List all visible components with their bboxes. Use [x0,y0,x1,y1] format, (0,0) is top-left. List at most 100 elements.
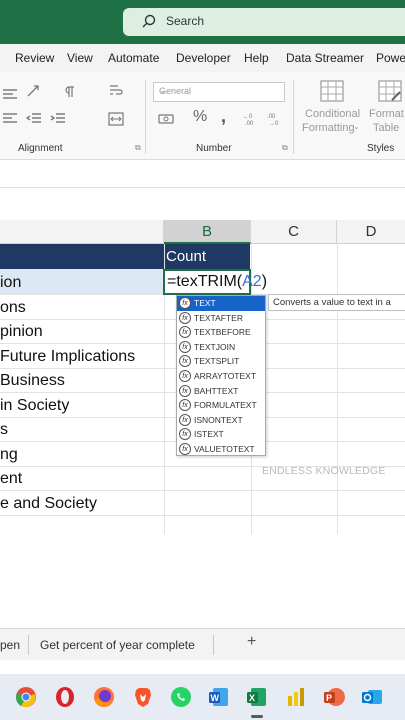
cell-a3[interactable]: ons [0,299,26,317]
align-top-icon[interactable] [2,88,18,102]
merge-center-icon[interactable] [108,112,124,126]
increase-decimal-icon[interactable]: ←0.00 [243,112,261,126]
formula-reference: A2 [242,273,262,290]
svg-text:P: P [326,693,332,703]
tab-separator [213,635,214,655]
sheet-tab-1[interactable]: pen [0,638,20,652]
format-as-table-icon[interactable] [378,80,402,102]
excel-window: Search Review View Automate Developer He… [0,0,405,720]
wrap-text-icon[interactable] [108,84,124,98]
function-icon: fx [179,340,191,353]
formula-suffix: ) [261,273,268,290]
paragraph-icon[interactable] [62,85,78,99]
orientation-icon[interactable] [26,84,42,98]
brave-icon[interactable] [132,686,154,708]
increase-indent-icon[interactable] [50,112,66,126]
dialog-launcher-icon[interactable]: ⧉ [135,143,141,153]
powerpoint-icon[interactable]: P [323,686,345,708]
tab-view[interactable]: View [67,51,93,65]
taskbar: W X P [0,674,405,720]
svg-text:X: X [249,693,255,703]
tab-review[interactable]: Review [15,51,54,65]
cell-a7[interactable]: in Society [0,397,69,415]
conditional-formatting-label-2[interactable]: Formatting [302,122,355,134]
tab-automate[interactable]: Automate [108,51,159,65]
decrease-decimal-icon[interactable]: .00→0 [267,112,285,126]
decrease-indent-icon[interactable] [26,112,42,126]
excel-icon[interactable]: X [246,686,268,708]
autocomplete-label: ARRAYTOTEXT [194,371,257,381]
word-icon[interactable]: W [208,686,230,708]
dialog-launcher-icon[interactable]: ⧉ [282,143,288,153]
chevron-down-icon: ⌄ [353,122,360,131]
add-sheet-button[interactable]: + [247,633,256,651]
search-box[interactable]: Search [123,8,405,36]
autocomplete-label: BAHTTEXT [194,385,239,396]
autocomplete-label: FORMULATEXT [194,400,257,411]
cell-a2[interactable]: ion [0,274,21,292]
cell-a11[interactable]: e and Society [0,495,97,513]
autocomplete-item[interactable]: fx FORMULATEXT [177,398,265,413]
autocomplete-label: TEXTAFTER [194,312,243,323]
group-divider [145,80,146,154]
autocomplete-label: TEXTBEFORE [194,327,251,338]
cell-a8[interactable]: s [0,421,8,439]
tab-developer[interactable]: Developer [176,51,231,65]
autocomplete-item[interactable]: fx TEXT [177,296,265,311]
opera-icon[interactable] [54,686,76,708]
accounting-format-icon[interactable] [158,112,174,126]
percent-style-icon[interactable]: % [193,108,207,126]
tab-help[interactable]: Help [244,51,269,65]
cell-a4[interactable]: pinion [0,323,43,341]
align-left-icon[interactable] [2,112,18,126]
autocomplete-item[interactable]: fx TEXTBEFORE [177,325,265,340]
format-as-table-label-1[interactable]: Format [369,108,404,120]
format-as-table-label-2[interactable]: Table [373,122,399,134]
column-header-b[interactable]: B [164,220,251,244]
formula-bar[interactable] [0,160,405,188]
number-format-dropdown[interactable]: General ⌄ [153,82,285,102]
function-icon: fx [179,355,191,368]
tab-power[interactable]: Power [376,51,405,65]
column-header-d[interactable]: D [337,220,405,244]
column-header-a[interactable] [0,220,164,244]
autocomplete-item[interactable]: fx ISNONTEXT [177,413,265,428]
firefox-icon[interactable] [93,686,115,708]
sheet-tab-2[interactable]: Get percent of year complete [40,638,195,652]
chrome-icon[interactable] [15,686,37,708]
autocomplete-item[interactable]: fx ARRAYTOTEXT [177,369,265,384]
autocomplete-item[interactable]: fx TEXTSPLIT [177,354,265,369]
autocomplete-label: TEXTJOIN [194,341,236,352]
whatsapp-icon[interactable] [170,686,192,708]
outlook-icon[interactable] [361,686,383,708]
cell-formula-text[interactable]: =texTRIM(A2) [167,273,267,291]
svg-text:.00: .00 [245,121,254,126]
tab-data-streamer[interactable]: Data Streamer [286,51,364,65]
svg-text:→0: →0 [269,121,279,126]
autocomplete-item[interactable]: fx VALUETOTEXT [177,442,265,457]
autocomplete-item[interactable]: fx TEXTJOIN [177,340,265,355]
autocomplete-item[interactable]: fx TEXTAFTER [177,311,265,326]
ribbon: General ⌄ % , ←0.00 .00 →0 Conditional Fo… [0,72,405,160]
autocomplete-item[interactable]: fx BAHTTEXT [177,384,265,399]
cell-a6[interactable]: Business [0,372,65,390]
function-icon: fx [179,311,191,324]
conditional-formatting-label-1[interactable]: Conditional [305,108,360,120]
ribbon-tabs: Review View Automate Developer Help Data… [0,44,405,72]
autocomplete-label: ISTEXT [194,429,224,440]
column-header-c[interactable]: C [251,220,337,244]
table-header-row[interactable]: Count [0,244,250,269]
autocomplete-item[interactable]: fx ISTEXT [177,427,265,442]
cell-a9[interactable]: ng [0,446,18,464]
function-icon: fx [179,384,191,397]
cell-a10[interactable]: ent [0,470,22,488]
group-label-alignment: Alignment [18,143,63,154]
conditional-formatting-icon[interactable] [320,80,344,102]
function-autocomplete-list[interactable]: fx TEXT fx TEXTAFTER fx TEXTBEFORE fx TEXTJO… [176,295,266,456]
sheet-tabs-bar: pen Get percent of year complete + [0,628,405,660]
power-bi-icon[interactable] [285,686,307,708]
comma-style-icon[interactable]: , [221,106,226,127]
active-app-indicator [251,715,263,718]
search-icon [142,14,156,28]
cell-a5[interactable]: Future Implications [0,348,135,366]
